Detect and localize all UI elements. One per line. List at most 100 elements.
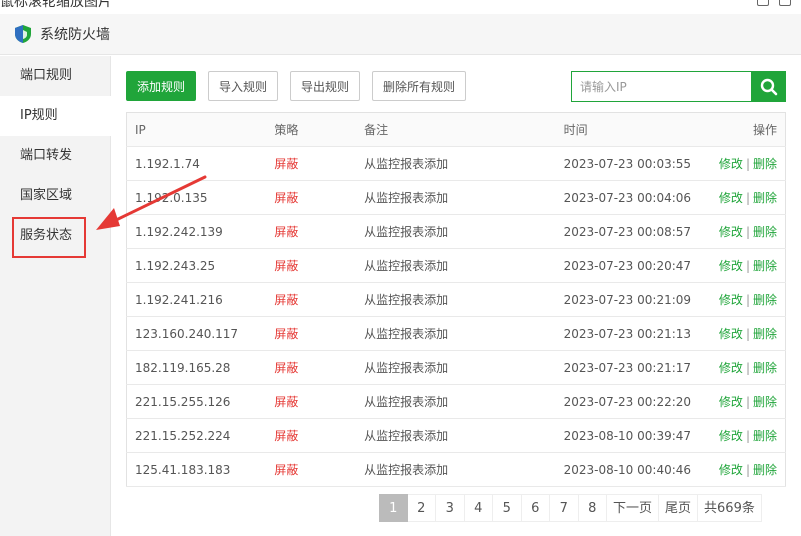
table-row: 182.119.165.28 屏蔽 从监控报表添加 2023-07-23 00:…	[126, 350, 786, 385]
row-operations: 修改 | 删除	[703, 282, 786, 317]
row-note: 从监控报表添加	[364, 146, 564, 181]
row-operations: 修改 | 删除	[703, 146, 786, 181]
page-7-button[interactable]: 7	[550, 494, 579, 522]
row-time: 2023-07-23 00:04:06	[563, 180, 704, 215]
edit-link[interactable]: 修改	[719, 327, 743, 341]
next-page-button[interactable]: 下一页	[607, 494, 660, 522]
table-row: 221.15.255.126 屏蔽 从监控报表添加 2023-07-23 00:…	[126, 384, 786, 419]
row-ip: 125.41.183.183	[126, 452, 275, 487]
table-row: 1.192.241.216 屏蔽 从监控报表添加 2023-07-23 00:2…	[126, 282, 786, 317]
row-operations: 修改 | 删除	[703, 316, 786, 351]
add-rule-button[interactable]: 添加规则	[126, 71, 197, 101]
row-policy: 屏蔽	[274, 384, 365, 419]
row-policy: 屏蔽	[274, 180, 365, 215]
delete-link[interactable]: 删除	[753, 463, 777, 477]
edit-link[interactable]: 修改	[719, 361, 743, 375]
op-separator: |	[745, 157, 750, 171]
row-policy: 屏蔽	[274, 316, 365, 351]
delete-all-rules-button[interactable]: 删除所有规则	[372, 71, 467, 101]
sidebar: 端口规则 IP规则 端口转发 国家区域 服务状态	[0, 56, 111, 536]
search-icon	[760, 78, 777, 95]
delete-link[interactable]: 删除	[753, 157, 777, 171]
row-ip: 123.160.240.117	[126, 316, 275, 351]
row-note: 从监控报表添加	[364, 180, 564, 215]
op-separator: |	[745, 361, 750, 375]
search-button[interactable]	[751, 71, 786, 102]
op-separator: |	[745, 259, 750, 273]
row-operations: 修改 | 删除	[703, 418, 786, 453]
row-ip: 1.192.242.139	[126, 214, 275, 249]
sidebar-item-port-forward[interactable]: 端口转发	[0, 136, 110, 176]
row-ip: 1.192.1.74	[126, 146, 275, 181]
row-time: 2023-07-23 00:21:13	[563, 316, 704, 351]
edit-link[interactable]: 修改	[719, 225, 743, 239]
delete-link[interactable]: 删除	[753, 259, 777, 273]
export-rules-button[interactable]: 导出规则	[290, 71, 361, 101]
row-time: 2023-08-10 00:40:46	[563, 452, 704, 487]
row-operations: 修改 | 删除	[703, 350, 786, 385]
total-count: 共669条	[698, 494, 762, 522]
sidebar-item-ip-rules[interactable]: IP规则	[0, 96, 111, 136]
edit-link[interactable]: 修改	[719, 191, 743, 205]
page-8-button[interactable]: 8	[578, 494, 607, 522]
sidebar-item-port-rules[interactable]: 端口规则	[0, 56, 110, 96]
delete-link[interactable]: 删除	[753, 429, 777, 443]
delete-link[interactable]: 删除	[753, 361, 777, 375]
row-note: 从监控报表添加	[364, 350, 564, 385]
page-5-button[interactable]: 5	[493, 494, 522, 522]
window-title: 系统防火墙	[40, 27, 110, 43]
row-time: 2023-07-23 00:21:17	[563, 350, 704, 385]
op-separator: |	[745, 327, 750, 341]
edit-link[interactable]: 修改	[719, 463, 743, 477]
row-note: 从监控报表添加	[364, 282, 564, 317]
row-operations: 修改 | 删除	[703, 384, 786, 419]
row-note: 从监控报表添加	[364, 418, 564, 453]
search-input[interactable]	[571, 71, 751, 102]
sidebar-item-country-region[interactable]: 国家区域	[0, 176, 110, 216]
op-separator: |	[745, 395, 750, 409]
import-rules-button[interactable]: 导入规则	[208, 71, 279, 101]
op-separator: |	[745, 293, 750, 307]
header-ip[interactable]: IP	[126, 112, 275, 147]
row-ip: 182.119.165.28	[126, 350, 275, 385]
row-operations: 修改 | 删除	[703, 452, 786, 487]
row-operations: 修改 | 删除	[703, 214, 786, 249]
window-square-icon[interactable]	[757, 0, 769, 6]
page-6-button[interactable]: 6	[521, 494, 550, 522]
page-3-button[interactable]: 3	[436, 494, 465, 522]
edit-link[interactable]: 修改	[719, 157, 743, 171]
delete-link[interactable]: 删除	[753, 191, 777, 205]
delete-link[interactable]: 删除	[753, 225, 777, 239]
delete-link[interactable]: 删除	[753, 293, 777, 307]
page-2-button[interactable]: 2	[407, 494, 436, 522]
edit-link[interactable]: 修改	[719, 259, 743, 273]
table-row: 125.41.183.183 屏蔽 从监控报表添加 2023-08-10 00:…	[126, 452, 786, 487]
delete-link[interactable]: 删除	[753, 327, 777, 341]
last-page-button[interactable]: 尾页	[659, 494, 699, 522]
row-time: 2023-07-23 00:20:47	[563, 248, 704, 283]
edit-link[interactable]: 修改	[719, 293, 743, 307]
header-note: 备注	[364, 112, 564, 147]
edit-link[interactable]: 修改	[719, 429, 743, 443]
window-close-icon[interactable]	[779, 0, 791, 6]
row-ip: 1.192.243.25	[126, 248, 275, 283]
row-ip: 221.15.252.224	[126, 418, 275, 453]
top-strip: 鼠标滚轮缩放图片	[0, 0, 801, 14]
row-time: 2023-07-23 00:21:09	[563, 282, 704, 317]
page-1-button[interactable]: 1	[379, 494, 408, 522]
op-separator: |	[745, 429, 750, 443]
edit-link[interactable]: 修改	[719, 395, 743, 409]
sidebar-item-service-status[interactable]: 服务状态	[0, 216, 110, 258]
row-policy: 屏蔽	[274, 418, 365, 453]
window-titlebar: 系统防火墙	[0, 14, 801, 55]
row-ip: 221.15.255.126	[126, 384, 275, 419]
header-operation: 操作	[703, 112, 786, 147]
delete-link[interactable]: 删除	[753, 395, 777, 409]
row-policy: 屏蔽	[274, 146, 365, 181]
header-time[interactable]: 时间	[563, 112, 704, 147]
row-operations: 修改 | 删除	[703, 180, 786, 215]
window-controls	[757, 0, 791, 6]
table-row: 1.192.0.135 屏蔽 从监控报表添加 2023-07-23 00:04:…	[126, 180, 786, 215]
page-4-button[interactable]: 4	[464, 494, 493, 522]
op-separator: |	[745, 191, 750, 205]
